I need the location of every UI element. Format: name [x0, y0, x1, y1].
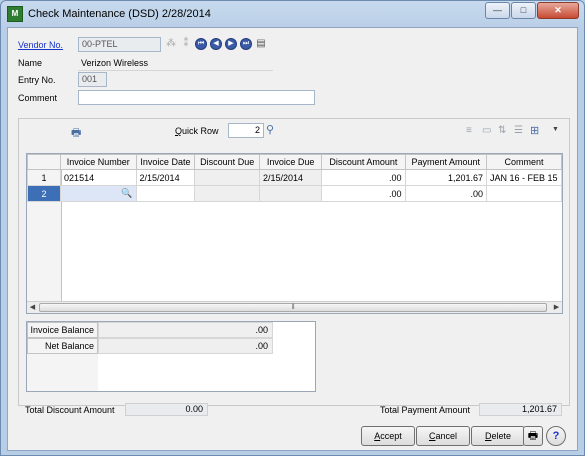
print-icon: 🖶 [527, 430, 539, 442]
check-maintenance-window: M Check Maintenance (DSD) 2/28/2014 — □ … [0, 0, 585, 456]
help-button[interactable]: ? [546, 426, 566, 446]
cell-invoice-due[interactable] [259, 185, 323, 202]
net-balance-row: Net Balance .00 [27, 338, 273, 354]
col-discount-amount[interactable]: Discount Amount [321, 154, 406, 170]
cell-invoice-number-editing[interactable]: 🔍 [60, 185, 137, 202]
copy-icon[interactable]: ⁑ [180, 38, 192, 50]
vendor-nav: ⁂ ⁑ ⏮ ◀ ▶ ⏭ ▤ [165, 38, 270, 50]
balance-row-header-filler [27, 354, 98, 391]
close-button[interactable]: ✕ [537, 2, 579, 19]
invoice-balance-row: Invoice Balance .00 [27, 322, 273, 338]
total-payment-value: 1,201.67 [479, 403, 562, 416]
balance-grid: Invoice Balance .00 Net Balance .00 [26, 321, 316, 392]
maximize-button[interactable]: □ [511, 2, 536, 19]
total-discount-label: Total Discount Amount [25, 405, 115, 415]
window-controls: — □ ✕ [484, 2, 579, 19]
cell-comment[interactable]: JAN 16 - FEB 15 [485, 169, 562, 186]
first-record-icon[interactable]: ⏮ [195, 38, 207, 50]
invoice-balance-value: .00 [98, 322, 273, 338]
row-number[interactable]: 1 [27, 169, 62, 186]
col-invoice-date[interactable]: Invoice Date [135, 154, 196, 170]
net-balance-value: .00 [98, 338, 273, 354]
cancel-label: ancel [435, 431, 457, 441]
cell-invoice-date[interactable] [135, 185, 196, 202]
invoice-balance-label: Invoice Balance [27, 322, 98, 338]
row-list-icon[interactable]: ☰ [514, 125, 523, 136]
col-payment-amount[interactable]: Payment Amount [404, 154, 487, 170]
go-to-row-icon[interactable]: ⚲ [266, 123, 274, 136]
sort-rows-icon[interactable]: ⇅ [498, 125, 506, 136]
cell-discount-amount[interactable]: .00 [321, 185, 406, 202]
printer-icon[interactable]: 🖶 [71, 124, 81, 143]
cell-discount-amount[interactable]: .00 [321, 169, 406, 186]
last-record-icon[interactable]: ⏭ [240, 38, 252, 50]
table-row[interactable]: 2 🔍 .00 .00 [27, 185, 562, 202]
delete-button[interactable]: Delete [471, 426, 525, 446]
col-comment[interactable]: Comment [485, 154, 562, 170]
total-payment-label: Total Payment Amount [380, 405, 471, 415]
vendor-name-value: Verizon Wireless [81, 58, 149, 68]
accept-button[interactable]: Accept [361, 426, 415, 446]
delete-row-icon[interactable]: ▭ [482, 125, 491, 136]
print-button[interactable]: 🖶 [523, 426, 543, 446]
cancel-button[interactable]: Cancel [416, 426, 470, 446]
table-row[interactable]: 1 021514 2/15/2014 2/15/2014 .00 1,201.6… [27, 169, 562, 186]
net-balance-label: Net Balance [27, 338, 98, 354]
total-discount-value: 0.00 [125, 403, 208, 416]
notes-icon[interactable]: ▤ [255, 38, 267, 50]
previous-record-icon[interactable]: ◀ [210, 38, 222, 50]
help-icon: ? [552, 430, 560, 442]
scroll-left-icon[interactable]: ◀ [27, 302, 38, 313]
lines-table: Invoice Number Invoice Date Discount Due… [27, 154, 562, 202]
cell-payment-amount[interactable]: 1,201.67 [404, 169, 487, 186]
invoice-lookup-icon[interactable]: 🔍 [121, 188, 132, 199]
app-icon: M [7, 6, 23, 22]
scroll-right-icon[interactable]: ▶ [551, 302, 562, 313]
delete-label: elete [491, 431, 512, 441]
accept-label: ccept [380, 431, 402, 441]
customize-grid-icon[interactable]: ⊞ [530, 124, 539, 137]
cell-discount-due[interactable] [194, 185, 261, 202]
comment-label: Comment [18, 93, 58, 103]
corner-header [27, 154, 62, 170]
name-underline [78, 70, 273, 71]
col-invoice-number[interactable]: Invoice Number [60, 154, 137, 170]
quick-row-label: Quick Row [175, 126, 219, 136]
vendor-no-field[interactable]: 00-PTEL [78, 37, 161, 52]
entry-no-field[interactable]: 001 [78, 72, 107, 87]
client-area: Vendor No. 00-PTEL ⁂ ⁑ ⏮ ◀ ▶ ⏭ ▤ Name Ve… [7, 27, 578, 451]
quick-row-input[interactable]: 2 [228, 123, 264, 138]
cell-payment-amount[interactable]: .00 [404, 185, 487, 202]
cell-discount-due[interactable] [194, 169, 261, 186]
col-invoice-due[interactable]: Invoice Due [259, 154, 323, 170]
insert-row-icon[interactable]: ≡ [466, 125, 472, 136]
cell-invoice-due[interactable]: 2/15/2014 [259, 169, 323, 186]
cell-comment[interactable] [485, 185, 562, 202]
lines-grid[interactable]: Invoice Number Invoice Date Discount Due… [26, 153, 563, 314]
dropdown-arrow-icon[interactable]: ▼ [552, 126, 559, 133]
vendor-no-link[interactable]: Vendor No. [18, 40, 63, 50]
name-label: Name [18, 58, 43, 68]
cell-invoice-date[interactable]: 2/15/2014 [135, 169, 196, 186]
horizontal-scrollbar[interactable]: ◀ ⦀ ▶ [27, 301, 562, 313]
col-discount-due[interactable]: Discount Due [194, 154, 261, 170]
entry-no-label: Entry No. [18, 75, 56, 85]
next-record-icon[interactable]: ▶ [225, 38, 237, 50]
row-number[interactable]: 2 [27, 185, 62, 202]
comment-field[interactable] [78, 90, 315, 105]
lines-panel: 🖶 Quick Row 2 ⚲ ≡ ▭ ⇅ ☰ ⊞ ▼ Invoice Numb… [18, 118, 570, 406]
grid-header-row: Invoice Number Invoice Date Discount Due… [27, 154, 562, 170]
window-title: Check Maintenance (DSD) 2/28/2014 [28, 8, 211, 20]
lookup-icon[interactable]: ⁂ [165, 38, 177, 50]
scroll-thumb[interactable]: ⦀ [39, 303, 547, 312]
title-bar[interactable]: M Check Maintenance (DSD) 2/28/2014 — □ … [1, 1, 584, 27]
minimize-button[interactable]: — [485, 2, 510, 19]
cell-invoice-number[interactable]: 021514 [60, 169, 137, 186]
